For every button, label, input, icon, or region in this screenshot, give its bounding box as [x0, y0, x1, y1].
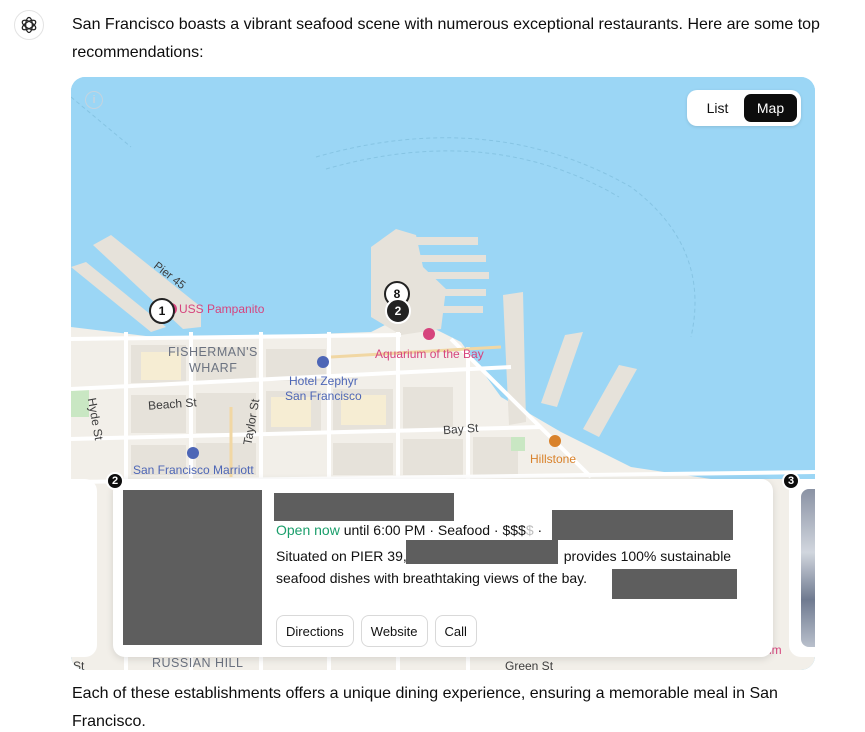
open-status: Open now	[276, 522, 340, 538]
fishermans-wharf-label-line2: WHARF	[189, 361, 238, 375]
hotel-zephyr-label-line1[interactable]: Hotel Zephyr	[289, 374, 358, 388]
next-place-thumbnail	[801, 489, 815, 647]
directions-button[interactable]: Directions	[276, 615, 354, 647]
website-button[interactable]: Website	[360, 615, 428, 647]
map-info-icon[interactable]: i	[85, 91, 103, 109]
place-meta-line: Open now until 6:00 PM · Seafood · $$$$ …	[276, 522, 542, 538]
assistant-intro-text: San Francisco boasts a vibrant seafood s…	[72, 16, 820, 61]
call-button[interactable]: Call	[434, 615, 477, 647]
meta-separator: ·	[533, 522, 543, 538]
openai-logo-icon	[21, 16, 37, 34]
next-place-card-badge: 3	[782, 472, 800, 490]
view-toggle: List Map	[687, 90, 801, 126]
next-place-card[interactable]	[789, 479, 815, 657]
place-actions: Directions Website Call	[276, 615, 477, 647]
map-pin-1-number: 1	[149, 298, 175, 324]
list-view-button[interactable]: List	[691, 94, 744, 122]
aquarium-label[interactable]: Aquarium of the Bay	[375, 347, 484, 361]
place-description-part1: Situated on PIER 39,	[276, 548, 407, 564]
map-pin-1[interactable]: 1	[149, 298, 175, 328]
assistant-avatar	[14, 10, 44, 40]
redacted-place-name	[274, 493, 454, 521]
assistant-outro-text: Each of these establishments offers a un…	[72, 685, 778, 730]
map-view-button[interactable]: Map	[744, 94, 797, 122]
place-photo[interactable]	[123, 490, 262, 645]
hotel-zephyr-label-line2[interactable]: San Francisco	[285, 389, 362, 403]
place-hours-category-price: until 6:00 PM · Seafood · $$$	[339, 522, 526, 538]
bottom-street-label: Green St	[505, 659, 554, 670]
place-description-line2: seafood dishes with breathtaking views o…	[276, 570, 588, 586]
place-card-badge: 2	[106, 472, 124, 490]
map-pin-2[interactable]: 2	[385, 298, 411, 328]
fishermans-wharf-label-line1: FISHERMAN'S	[168, 345, 258, 359]
uss-pampanito-label[interactable]: USS Pampanito	[179, 302, 264, 316]
place-description: Situated on PIER 39, provides 100% sustai…	[276, 545, 746, 589]
map-widget[interactable]: i List Map Pier 45 USS Pampanito FISHERM…	[71, 77, 815, 670]
price-muted: $	[525, 522, 534, 538]
bay-st-label: Bay St	[442, 420, 479, 438]
previous-place-card[interactable]	[71, 479, 97, 657]
hillstone-label[interactable]: Hillstone	[530, 452, 576, 466]
redacted-address	[552, 510, 733, 540]
marriott-label[interactable]: San Francisco Marriott	[133, 463, 254, 477]
place-description-part2: provides 100% sustainable	[563, 548, 732, 564]
map-pin-2-number: 2	[385, 298, 411, 324]
left-edge-street-label: St	[73, 659, 85, 670]
russian-hill-label: RUSSIAN HILL	[152, 656, 244, 670]
